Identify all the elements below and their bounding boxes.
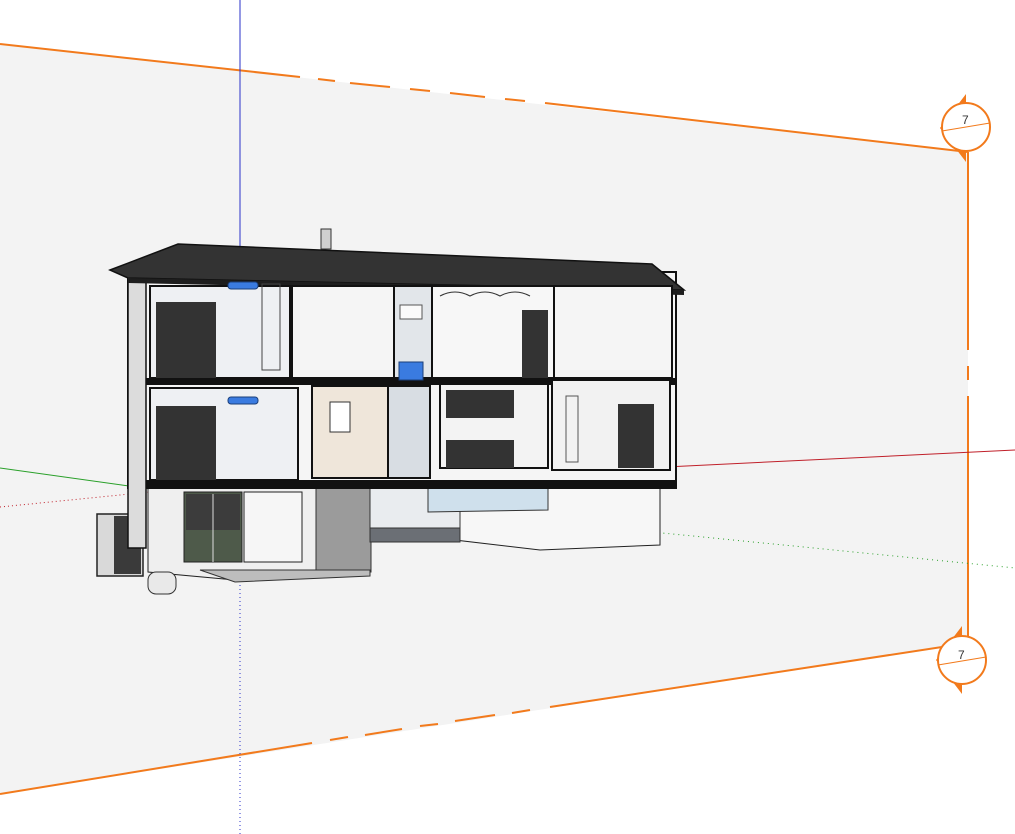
ground-floor [149,379,671,481]
blue-panel [398,361,424,381]
radiator-ground [227,396,259,405]
section-marker-top-label: 7 [962,113,969,127]
radiator-upper [227,281,259,290]
basement-block-grey [315,483,372,573]
left-side-wall [127,271,147,549]
section-marker-bottom-label: 7 [958,648,965,662]
basement-mid-dark [369,527,461,543]
drum [147,571,177,595]
door-ground-right [618,404,654,468]
kitchen-cabinets-bottom [446,440,514,468]
door-ground-left [156,406,216,480]
chimney [320,228,332,250]
floor-slab-ground [146,480,676,487]
kitchen-cabinets-top [446,390,514,418]
door-upper-left [156,302,216,378]
model-viewport[interactable]: 7 7 [0,0,1015,834]
house-model[interactable] [96,228,687,595]
door-upper-mid [522,310,548,378]
upper-floor [149,281,673,381]
